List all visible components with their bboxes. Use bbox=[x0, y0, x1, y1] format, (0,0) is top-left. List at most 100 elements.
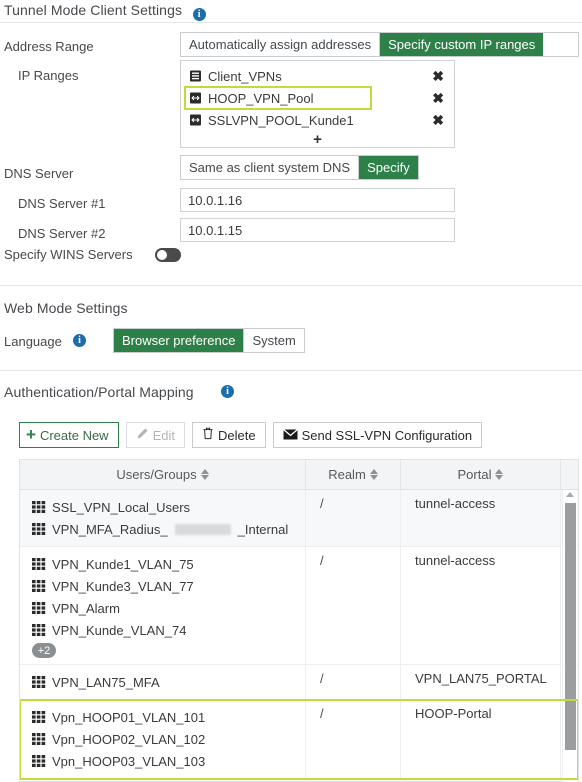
ip-ranges-label: IP Ranges bbox=[18, 68, 79, 83]
address-range-segmented-control[interactable]: Automatically assign addresses Specify c… bbox=[180, 32, 579, 57]
user-group-entry: Vpn_HOOP03_VLAN_103 bbox=[32, 750, 305, 772]
send-sslvpn-configuration-label: Send SSL-VPN Configuration bbox=[301, 427, 473, 443]
info-icon[interactable]: i bbox=[192, 8, 206, 21]
column-header-realm[interactable]: Realm bbox=[306, 460, 401, 489]
info-icon[interactable]: i bbox=[221, 385, 234, 398]
user-group-name: VPN_Kunde_VLAN_74 bbox=[52, 622, 187, 638]
dns-server-2-value: 10.0.1.15 bbox=[188, 222, 243, 238]
user-group-entry: VPN_LAN75_MFA bbox=[32, 671, 305, 693]
user-group-name: VPN_Kunde1_VLAN_75 bbox=[52, 556, 194, 572]
cell-portal: HOOP-Portal bbox=[401, 700, 561, 778]
sort-icon[interactable] bbox=[369, 469, 378, 480]
cell-portal: tunnel-access bbox=[401, 547, 561, 664]
info-icon[interactable]: i bbox=[73, 334, 86, 347]
language-segmented-control[interactable]: Browser preference System bbox=[113, 328, 305, 353]
user-group-icon bbox=[32, 602, 46, 614]
dns-server-1-value: 10.0.1.16 bbox=[188, 192, 243, 208]
table-row[interactable]: SSL_VPN_Local_Users VPN_MFA_Radius_ _Int… bbox=[20, 490, 578, 547]
cell-users-groups: VPN_Kunde1_VLAN_75 VPN_Kunde3_VLAN_77 VP… bbox=[20, 547, 306, 664]
ip-ranges-box[interactable]: Client_VPNs ✖ HOOP_VPN_Pool ✖ SSLVPN_POO… bbox=[180, 60, 455, 148]
dns-server-label: DNS Server bbox=[4, 166, 74, 181]
ip-range-icon bbox=[189, 114, 202, 126]
user-group-entry: SSL_VPN_Local_Users bbox=[32, 496, 305, 518]
delete-label: Delete bbox=[217, 427, 256, 443]
ip-range-name: Client_VPNs bbox=[208, 68, 282, 84]
address-range-option-auto[interactable]: Automatically assign addresses bbox=[181, 33, 381, 56]
tunnel-mode-section-header: Tunnel Mode Client Settings i bbox=[4, 2, 206, 21]
table-row-highlighted[interactable]: Vpn_HOOP01_VLAN_101 Vpn_HOOP02_VLAN_102 bbox=[20, 699, 578, 780]
user-group-name: VPN_LAN75_MFA bbox=[52, 674, 160, 690]
ip-range-name: SSLVPN_POOL_Kunde1 bbox=[208, 112, 354, 128]
language-option-browser-preference[interactable]: Browser preference bbox=[114, 329, 245, 352]
overflow-count-badge[interactable]: +2 bbox=[32, 643, 56, 658]
user-group-entry: VPN_Alarm bbox=[32, 597, 305, 619]
dns-server-2-input[interactable]: 10.0.1.15 bbox=[180, 218, 455, 242]
envelope-icon bbox=[282, 428, 298, 443]
auth-portal-mapping-table: Users/Groups Realm Portal SSL_VPN_Local_… bbox=[19, 459, 579, 782]
sort-icon[interactable] bbox=[495, 469, 504, 480]
cell-users-groups: SSL_VPN_Local_Users VPN_MFA_Radius_ _Int… bbox=[20, 490, 306, 546]
ip-range-item[interactable]: SSLVPN_POOL_Kunde1 ✖ bbox=[181, 109, 454, 131]
ip-range-icon bbox=[189, 92, 202, 104]
close-icon[interactable]: ✖ bbox=[432, 90, 444, 107]
column-header-portal[interactable]: Portal bbox=[401, 460, 561, 489]
auth-portal-section-title: Authentication/Portal Mapping bbox=[4, 384, 194, 400]
table-row[interactable]: VPN_LAN75_MFA / VPN_LAN75_PORTAL bbox=[20, 665, 578, 700]
cell-portal: tunnel-access bbox=[401, 490, 561, 546]
page-title: Tunnel Mode Client Settings bbox=[4, 2, 183, 18]
delete-button[interactable]: Delete bbox=[191, 422, 266, 448]
sort-icon[interactable] bbox=[200, 469, 209, 480]
user-group-name: VPN_Alarm bbox=[52, 600, 120, 616]
close-icon[interactable]: ✖ bbox=[432, 68, 444, 84]
cell-realm: / bbox=[306, 665, 401, 699]
cell-portal: VPN_LAN75_PORTAL bbox=[401, 665, 561, 699]
column-header-users-groups[interactable]: Users/Groups bbox=[20, 460, 306, 489]
table-row[interactable]: VPN_Kunde1_VLAN_75 VPN_Kunde3_VLAN_77 VP… bbox=[20, 547, 578, 665]
user-group-icon bbox=[32, 733, 46, 745]
user-group-name-prefix: VPN_MFA_Radius_ bbox=[52, 521, 168, 537]
column-header-spacer bbox=[561, 460, 578, 489]
close-icon[interactable]: ✖ bbox=[432, 112, 444, 128]
address-range-label: Address Range bbox=[4, 39, 94, 54]
column-label: Realm bbox=[328, 467, 366, 482]
user-group-entry: VPN_Kunde_VLAN_74 bbox=[32, 619, 305, 641]
user-group-icon bbox=[32, 523, 46, 535]
dns-server-option-specify[interactable]: Specify bbox=[359, 156, 418, 179]
address-range-option-custom[interactable]: Specify custom IP ranges bbox=[380, 33, 544, 56]
language-label: Language bbox=[4, 334, 62, 349]
sslvpn-settings-page: Tunnel Mode Client Settings i Address Ra… bbox=[0, 0, 582, 782]
plus-icon: + bbox=[26, 425, 36, 444]
edit-button[interactable]: Edit bbox=[125, 422, 185, 448]
user-group-entry: VPN_Kunde1_VLAN_75 bbox=[32, 553, 305, 575]
cell-users-groups: VPN_LAN75_MFA bbox=[20, 665, 306, 699]
trash-icon bbox=[202, 427, 214, 443]
user-group-name-suffix: _Internal bbox=[237, 521, 289, 537]
caret-up-icon[interactable] bbox=[566, 492, 574, 497]
edit-label: Edit bbox=[152, 427, 175, 443]
dns-server-option-same[interactable]: Same as client system DNS bbox=[181, 156, 360, 179]
user-group-icon bbox=[32, 580, 46, 592]
add-ip-range-button[interactable]: + bbox=[181, 131, 454, 151]
create-new-button[interactable]: + Create New bbox=[19, 422, 119, 448]
header-divider bbox=[0, 22, 582, 23]
ip-range-item[interactable]: Client_VPNs ✖ bbox=[181, 65, 454, 87]
user-group-icon bbox=[32, 755, 46, 767]
user-group-name: Vpn_HOOP03_VLAN_103 bbox=[52, 753, 206, 769]
ip-range-name: HOOP_VPN_Pool bbox=[208, 90, 314, 106]
address-object-icon bbox=[189, 70, 202, 82]
specify-wins-servers-label: Specify WINS Servers bbox=[4, 247, 133, 262]
ip-range-item-selected[interactable]: HOOP_VPN_Pool bbox=[184, 86, 372, 110]
section-divider bbox=[0, 285, 582, 286]
user-group-entry: Vpn_HOOP01_VLAN_101 bbox=[32, 706, 305, 728]
dns-server-1-input[interactable]: 10.0.1.16 bbox=[180, 188, 455, 212]
user-group-icon bbox=[32, 624, 46, 636]
specify-wins-servers-toggle[interactable] bbox=[155, 248, 181, 262]
column-label: Portal bbox=[457, 467, 492, 482]
dns-server-segmented-control[interactable]: Same as client system DNS Specify bbox=[180, 155, 419, 180]
user-group-entry: VPN_MFA_Radius_ _Internal bbox=[32, 518, 305, 540]
cell-spacer bbox=[561, 700, 578, 778]
send-sslvpn-configuration-button[interactable]: Send SSL-VPN Configuration bbox=[272, 422, 483, 448]
redacted-text bbox=[174, 523, 231, 535]
language-option-system[interactable]: System bbox=[244, 329, 303, 352]
cell-realm: / bbox=[306, 700, 401, 778]
